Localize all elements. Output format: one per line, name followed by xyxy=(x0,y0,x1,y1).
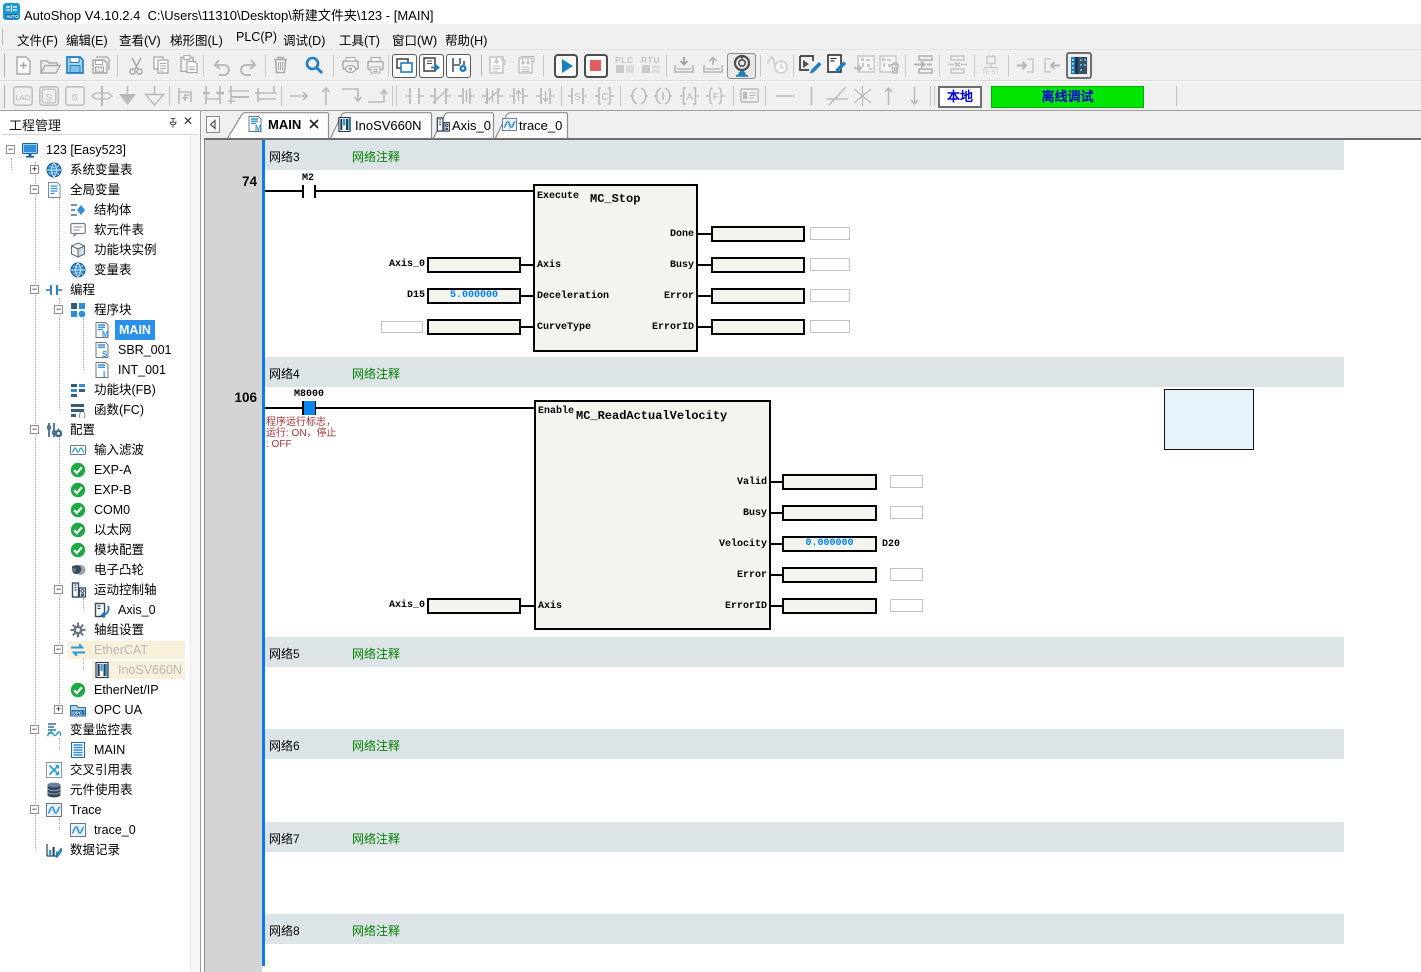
svg-text:A: A xyxy=(686,92,693,103)
svg-text:LAD: LAD xyxy=(15,93,30,102)
svg-text:S: S xyxy=(72,93,78,104)
svg-text:RTU: RTU xyxy=(641,55,660,65)
svg-text:S: S xyxy=(46,93,52,104)
svg-text:S: S xyxy=(574,92,581,103)
svg-text:C: C xyxy=(601,92,608,103)
svg-text:F: F xyxy=(713,92,719,103)
svg-text:TE ST: TE ST xyxy=(982,70,999,76)
svg-text:PLC: PLC xyxy=(615,55,634,65)
svg-text:AUTO: AUTO xyxy=(6,14,19,19)
